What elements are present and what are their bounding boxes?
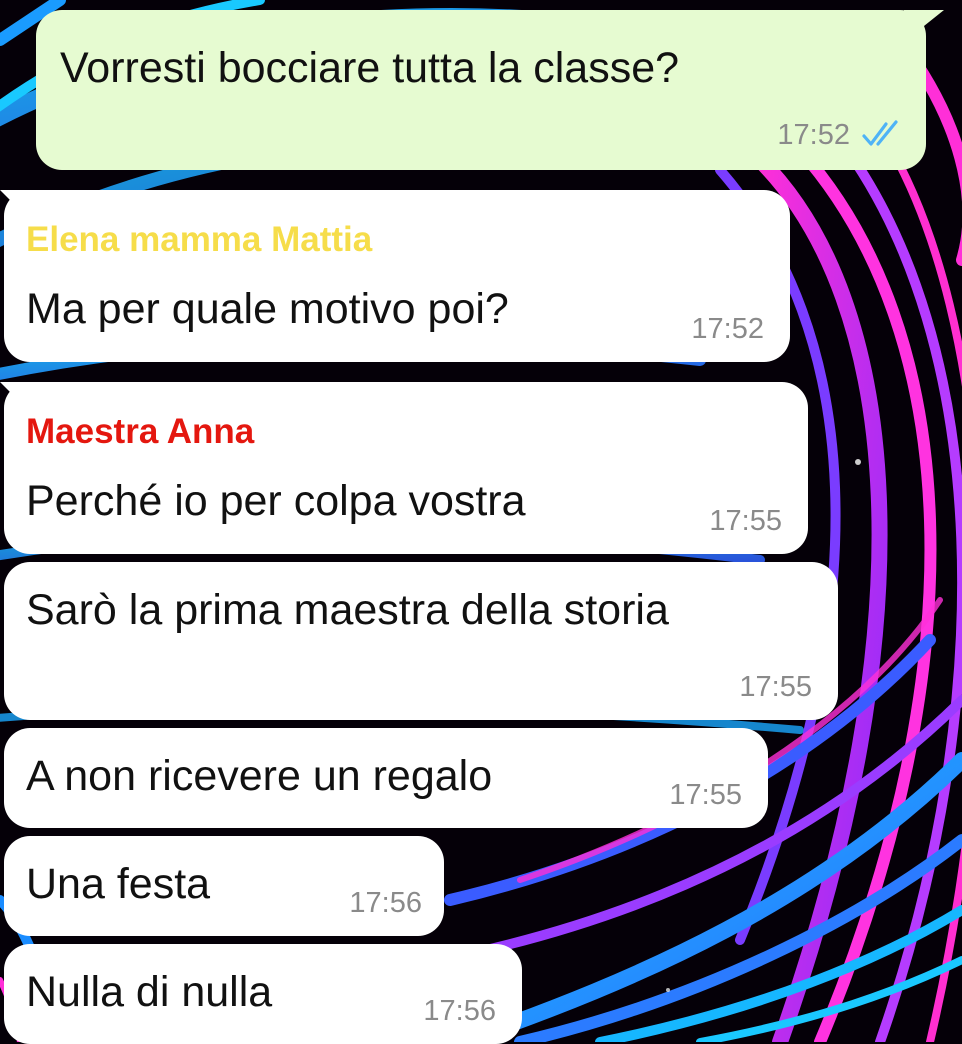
sender-name[interactable]: Elena mamma Mattia [26, 220, 372, 260]
bubble-tail-incoming [0, 382, 30, 412]
message-timestamp: 17:56 [423, 995, 496, 1027]
message-timestamp: 17:52 [691, 313, 764, 345]
message-bubble-incoming[interactable]: Maestra Anna Perché io per colpa vostra … [4, 382, 808, 554]
bubble-tail-incoming [0, 190, 30, 220]
message-text: Perché io per colpa vostra [26, 477, 526, 525]
double-check-read-icon [862, 120, 898, 146]
message-timestamp: 17:56 [349, 887, 422, 919]
message-bubble-incoming[interactable]: A non ricevere un regalo 17:55 [4, 728, 768, 828]
message-timestamp: 17:55 [669, 779, 742, 811]
message-bubble-outgoing[interactable]: Vorresti bocciare tutta la classe? 17:52 [36, 10, 926, 170]
message-text: Vorresti bocciare tutta la classe? [60, 44, 680, 92]
message-timestamp: 17:55 [739, 671, 812, 703]
message-timestamp: 17:55 [709, 505, 782, 537]
message-bubble-incoming[interactable]: Una festa 17:56 [4, 836, 444, 936]
message-text: Una festa [26, 860, 211, 908]
bubble-tail-outgoing [904, 10, 944, 42]
message-timestamp: 17:52 [777, 119, 850, 151]
sender-name[interactable]: Maestra Anna [26, 412, 254, 452]
message-text: Sarò la prima maestra della storia [26, 586, 669, 634]
message-text: A non ricevere un regalo [26, 752, 493, 800]
message-bubble-incoming[interactable]: Elena mamma Mattia Ma per quale motivo p… [4, 190, 790, 362]
message-text: Ma per quale motivo poi? [26, 285, 509, 333]
message-text: Nulla di nulla [26, 968, 273, 1016]
message-bubble-incoming[interactable]: Nulla di nulla 17:56 [4, 944, 522, 1044]
message-bubble-incoming[interactable]: Sarò la prima maestra della storia 17:55 [4, 562, 838, 720]
